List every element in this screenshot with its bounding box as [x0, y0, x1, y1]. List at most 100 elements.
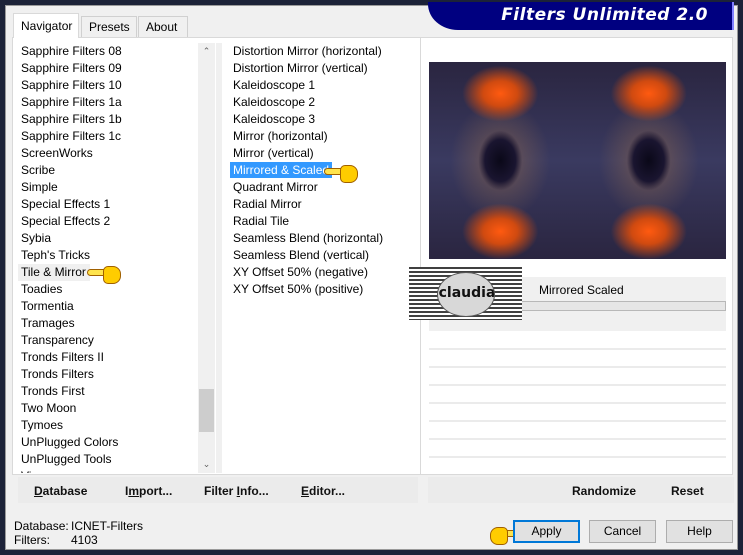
watermark-text: claudia: [438, 285, 495, 301]
filter-item[interactable]: Mirror (horizontal): [230, 128, 420, 145]
right-button-bar: Randomize Reset: [428, 477, 734, 503]
category-item[interactable]: ScreenWorks: [18, 145, 198, 162]
category-item[interactable]: UnPlugged Colors: [18, 434, 198, 451]
filter-item-label: Mirrored & Scaled: [230, 162, 333, 178]
scroll-up-icon[interactable]: ⌃: [198, 43, 215, 60]
category-row: Transparency: [18, 332, 198, 349]
category-item[interactable]: Sybia: [18, 230, 198, 247]
scroll-down-icon[interactable]: ⌄: [198, 456, 215, 473]
category-row: Tronds Filters II: [18, 349, 198, 366]
category-row: Sapphire Filters 1b: [18, 111, 198, 128]
parameter-slots: [429, 348, 726, 474]
filter-item[interactable]: Kaleidoscope 3: [230, 111, 420, 128]
filter-info-button[interactable]: Filter Info...: [204, 484, 269, 498]
category-item[interactable]: Sapphire Filters 1a: [18, 94, 198, 111]
category-row: UnPlugged Colors: [18, 434, 198, 451]
pointing-hand-icon: [87, 265, 121, 285]
category-item[interactable]: Sapphire Filters 09: [18, 60, 198, 77]
category-item[interactable]: Special Effects 1: [18, 196, 198, 213]
category-item[interactable]: Transparency: [18, 332, 198, 349]
filter-item-label: Quadrant Mirror: [233, 180, 318, 194]
filter-item[interactable]: XY Offset 50% (negative): [230, 264, 420, 281]
category-item[interactable]: Tronds Filters II: [18, 349, 198, 366]
category-item[interactable]: Scribe: [18, 162, 198, 179]
apply-button[interactable]: Apply: [513, 520, 580, 543]
category-row: Tronds First: [18, 383, 198, 400]
parameter-slot: [429, 402, 726, 404]
status-info: Database: ICNET-Filters Filters: 4103: [14, 519, 143, 547]
watermark-logo: claudia: [409, 267, 522, 320]
filter-item[interactable]: Kaleidoscope 1: [230, 77, 420, 94]
category-item[interactable]: Special Effects 2: [18, 213, 198, 230]
database-label: Database:: [14, 519, 69, 533]
category-row: Tormentia: [18, 298, 198, 315]
category-item[interactable]: Sapphire Filters 10: [18, 77, 198, 94]
randomize-button[interactable]: Randomize: [572, 484, 636, 498]
category-row: Sapphire Filters 1c: [18, 128, 198, 145]
category-scrollbar[interactable]: ⌃ ⌄: [198, 43, 215, 473]
category-item[interactable]: Vi...: [18, 468, 198, 473]
accel-key: D: [34, 484, 43, 498]
filter-item[interactable]: Distortion Mirror (horizontal): [230, 43, 420, 60]
filter-item-label: XY Offset 50% (negative): [233, 265, 368, 279]
filter-item-label: XY Offset 50% (positive): [233, 282, 364, 296]
filter-item[interactable]: Kaleidoscope 2: [230, 94, 420, 111]
label: port...: [139, 484, 173, 498]
banner-edge: [732, 2, 734, 30]
filter-item-label: Mirror (vertical): [233, 146, 314, 160]
category-item[interactable]: Sapphire Filters 08: [18, 43, 198, 60]
category-item[interactable]: UnPlugged Tools: [18, 451, 198, 468]
category-row: Scribe: [18, 162, 198, 179]
parameter-slot: [429, 366, 726, 368]
label: nfo...: [240, 484, 269, 498]
filter-item-label: Mirror (horizontal): [233, 129, 328, 143]
category-item[interactable]: Tronds Filters: [18, 366, 198, 383]
category-row: Tronds Filters: [18, 366, 198, 383]
filter-item[interactable]: Distortion Mirror (vertical): [230, 60, 420, 77]
help-button[interactable]: Help: [666, 520, 733, 543]
watermark-globe: claudia: [437, 272, 495, 317]
reset-button[interactable]: Reset: [671, 484, 704, 498]
category-item[interactable]: Tramages: [18, 315, 198, 332]
filter-item[interactable]: XY Offset 50% (positive): [230, 281, 420, 298]
database-value: ICNET-Filters: [71, 519, 143, 533]
category-row: Special Effects 2: [18, 213, 198, 230]
filter-item[interactable]: Radial Tile: [230, 213, 420, 230]
tab-presets[interactable]: Presets: [81, 16, 137, 37]
label: Filter: [204, 484, 237, 498]
import-button[interactable]: Import...: [125, 484, 172, 498]
category-row: ScreenWorks: [18, 145, 198, 162]
filter-item[interactable]: Mirror (vertical): [230, 145, 420, 162]
category-row: Sapphire Filters 10: [18, 77, 198, 94]
cancel-button[interactable]: Cancel: [589, 520, 656, 543]
parameter-slot: [429, 420, 726, 422]
tab-navigator[interactable]: Navigator: [13, 13, 79, 38]
category-item[interactable]: Two Moon: [18, 400, 198, 417]
category-item[interactable]: Simple: [18, 179, 198, 196]
filters-count: 4103: [71, 533, 98, 547]
app-title: Filters Unlimited 2.0: [501, 5, 708, 25]
scroll-thumb[interactable]: [199, 389, 214, 432]
category-item[interactable]: Tormentia: [18, 298, 198, 315]
editor-button[interactable]: Editor...: [301, 484, 345, 498]
left-button-bar: Database Import... Filter Info... Editor…: [18, 477, 418, 503]
category-list[interactable]: Sapphire Filters 08 Sapphire Filters 09 Sa…: [18, 43, 198, 473]
filter-item[interactable]: Seamless Blend (horizontal): [230, 230, 420, 247]
filter-item[interactable]: Radial Mirror: [230, 196, 420, 213]
filter-item[interactable]: Seamless Blend (vertical): [230, 247, 420, 264]
filter-item-label: Kaleidoscope 1: [233, 78, 316, 92]
category-row: Teph's Tricks: [18, 247, 198, 264]
category-item[interactable]: Tronds First: [18, 383, 198, 400]
category-item[interactable]: Sapphire Filters 1b: [18, 111, 198, 128]
filter-item-label: Kaleidoscope 3: [233, 112, 316, 126]
pointing-hand-icon: [324, 164, 358, 184]
category-item[interactable]: Teph's Tricks: [18, 247, 198, 264]
category-row: Vi...: [18, 468, 198, 473]
category-item[interactable]: Tile & Mirror: [18, 264, 90, 281]
category-item[interactable]: Tymoes: [18, 417, 198, 434]
category-item[interactable]: Sapphire Filters 1c: [18, 128, 198, 145]
tab-about[interactable]: About: [138, 16, 188, 37]
category-row: UnPlugged Tools: [18, 451, 198, 468]
database-button[interactable]: Database: [34, 484, 87, 498]
category-row: Special Effects 1: [18, 196, 198, 213]
